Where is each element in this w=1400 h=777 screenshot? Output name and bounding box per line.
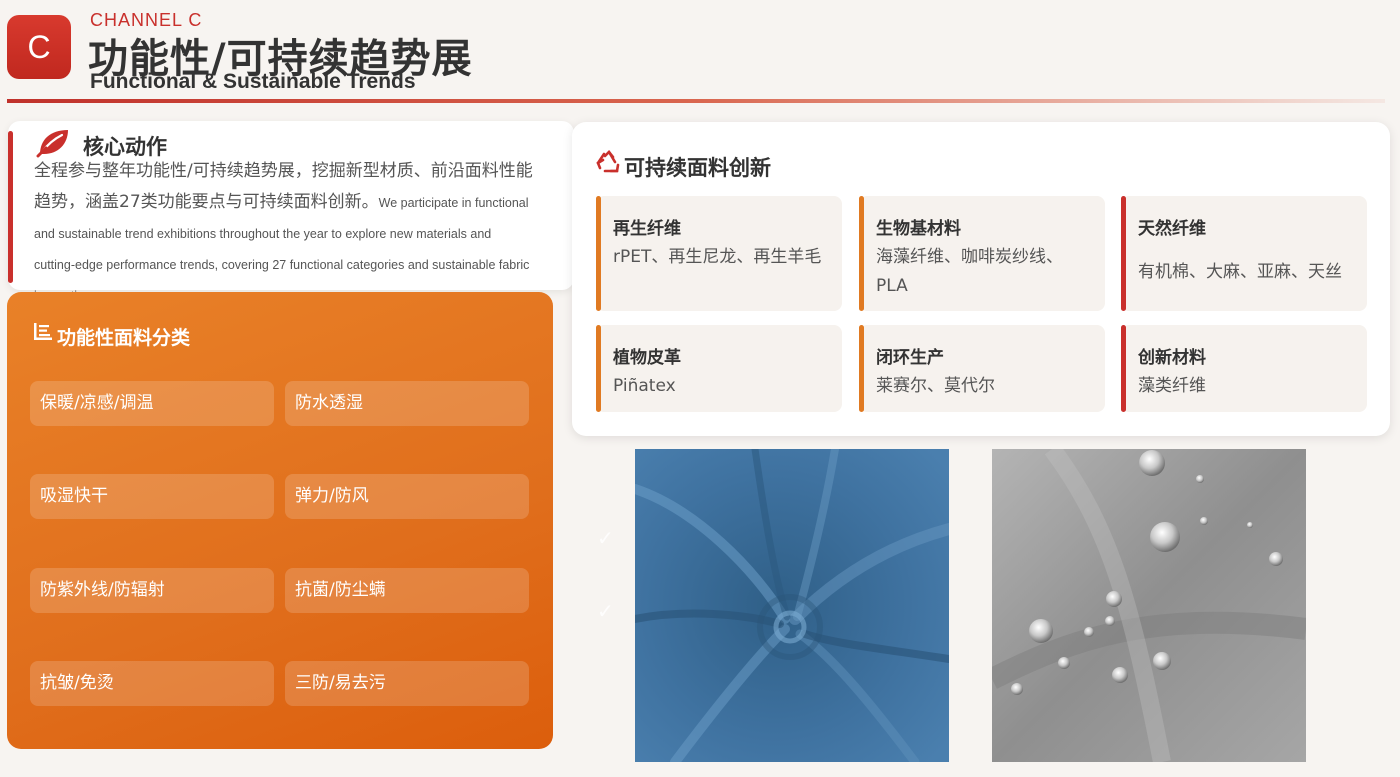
sustainable-item-name: 闭环生产 [876, 348, 944, 368]
functional-item: 吸湿快干 [30, 474, 274, 519]
functional-item: 保暖/凉感/调温 [30, 381, 274, 426]
functional-category-title: 功能性面料分类 [57, 327, 191, 349]
sustainable-title: 可持续面料创新 [624, 156, 771, 180]
sustainable-innovation-card: 可持续面料创新 再生纤维 rPET、再生尼龙、再生羊毛 生物基材料 海藻纤维、咖… [572, 122, 1390, 436]
functional-item: 防紫外线/防辐射 [30, 568, 274, 613]
core-accent-bar [8, 131, 13, 283]
sustainable-item-name: 创新材料 [1138, 348, 1206, 368]
sustainable-item: 创新材料 藻类纤维 [1121, 325, 1367, 412]
blue-fabric-photo [635, 449, 949, 762]
sustainable-item: 生物基材料 海藻纤维、咖啡炭纱线、PLA [859, 196, 1105, 311]
functional-item: 抗皱/免烫 [30, 661, 274, 706]
check-icon: ✓ [597, 599, 614, 623]
sustainable-item-desc: Piñatex [613, 376, 676, 396]
functional-item: 抗菌/防尘螨 [285, 568, 529, 613]
core-action-text: 全程参与整年功能性/可持续趋势展，挖掘新型材质、前沿面料性能趋势，涵盖27类功能… [34, 156, 534, 311]
item-accent-bar [859, 196, 864, 311]
check-icon: ✓ [597, 526, 614, 550]
channel-logo: C [7, 15, 71, 79]
sustainable-item-desc: 有机棉、大麻、亚麻、天丝 [1138, 262, 1342, 282]
item-accent-bar [596, 325, 601, 412]
list-icon [33, 322, 53, 346]
item-accent-bar [1121, 325, 1126, 412]
recycle-icon [596, 150, 622, 180]
header-divider [7, 99, 1385, 103]
item-accent-bar [1121, 196, 1126, 311]
functional-category-panel: 功能性面料分类 保暖/凉感/调温 防水透湿 吸湿快干 弹力/防风 防紫外线/防辐… [7, 292, 553, 749]
item-accent-bar [859, 325, 864, 412]
sustainable-item: 再生纤维 rPET、再生尼龙、再生羊毛 [596, 196, 842, 311]
item-accent-bar [596, 196, 601, 311]
sustainable-item-name: 再生纤维 [613, 219, 681, 239]
functional-item: 三防/易去污 [285, 661, 529, 706]
sustainable-item-desc: 海藻纤维、咖啡炭纱线、PLA [876, 247, 1063, 296]
sustainable-item: 闭环生产 莱赛尔、莫代尔 [859, 325, 1105, 412]
sustainable-item-name: 生物基材料 [876, 219, 961, 239]
sustainable-item-desc: 藻类纤维 [1138, 376, 1206, 396]
sustainable-item-name: 天然纤维 [1138, 219, 1206, 239]
core-action-card: 核心动作 全程参与整年功能性/可持续趋势展，挖掘新型材质、前沿面料性能趋势，涵盖… [8, 121, 574, 303]
sustainable-item-desc: rPET、再生尼龙、再生羊毛 [613, 247, 822, 267]
sustainable-item: 天然纤维 有机棉、大麻、亚麻、天丝 [1121, 196, 1367, 311]
functional-item: 弹力/防风 [285, 474, 529, 519]
sustainable-item-name: 植物皮革 [613, 348, 681, 368]
sustainable-item-desc: 莱赛尔、莫代尔 [876, 376, 995, 396]
core-text-en: We participate in functional and sustain… [34, 196, 530, 303]
functional-item: 防水透湿 [285, 381, 529, 426]
sustainable-item: 植物皮革 Piñatex [596, 325, 842, 412]
waterproof-fabric-photo [992, 449, 1306, 762]
page-subtitle: Functional & Sustainable Trends [90, 70, 416, 93]
